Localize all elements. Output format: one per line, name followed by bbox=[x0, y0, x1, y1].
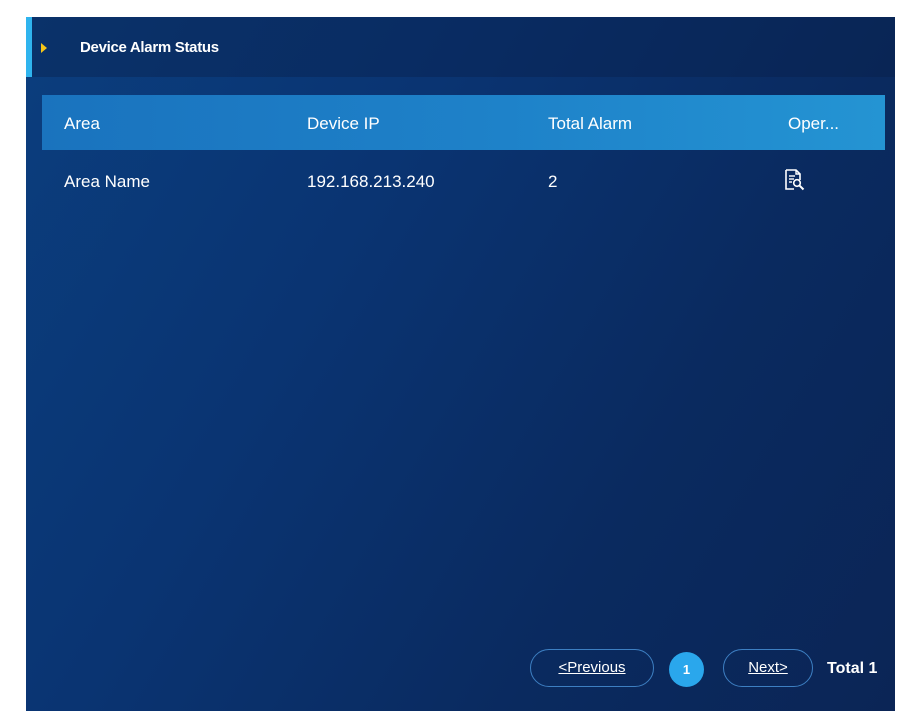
column-header-operation: Oper... bbox=[788, 114, 840, 133]
panel-accent-bar bbox=[26, 17, 32, 77]
previous-page-button[interactable]: <Previous bbox=[530, 649, 654, 687]
column-header-device-ip: Device IP bbox=[307, 114, 380, 133]
panel-title: Device Alarm Status bbox=[80, 39, 219, 56]
column-header-area: Area bbox=[64, 114, 100, 133]
caret-right-icon bbox=[41, 43, 47, 53]
total-count: Total 1 bbox=[827, 660, 878, 677]
next-page-button[interactable]: Next> bbox=[723, 649, 813, 687]
table-header: Area Device IP Total Alarm Oper... bbox=[42, 95, 885, 150]
view-details-icon[interactable] bbox=[782, 168, 806, 192]
cell-device-ip: 192.168.213.240 bbox=[307, 172, 435, 191]
panel-header: Device Alarm Status bbox=[26, 17, 895, 77]
cell-area: Area Name bbox=[64, 172, 150, 191]
table-row: Area Name 192.168.213.240 2 bbox=[42, 150, 885, 210]
device-alarm-status-panel: Device Alarm Status Area Device IP Total… bbox=[26, 17, 895, 711]
page-1-button[interactable]: 1 bbox=[669, 652, 704, 687]
column-header-total-alarm: Total Alarm bbox=[548, 114, 633, 133]
cell-total-alarm: 2 bbox=[548, 172, 558, 191]
